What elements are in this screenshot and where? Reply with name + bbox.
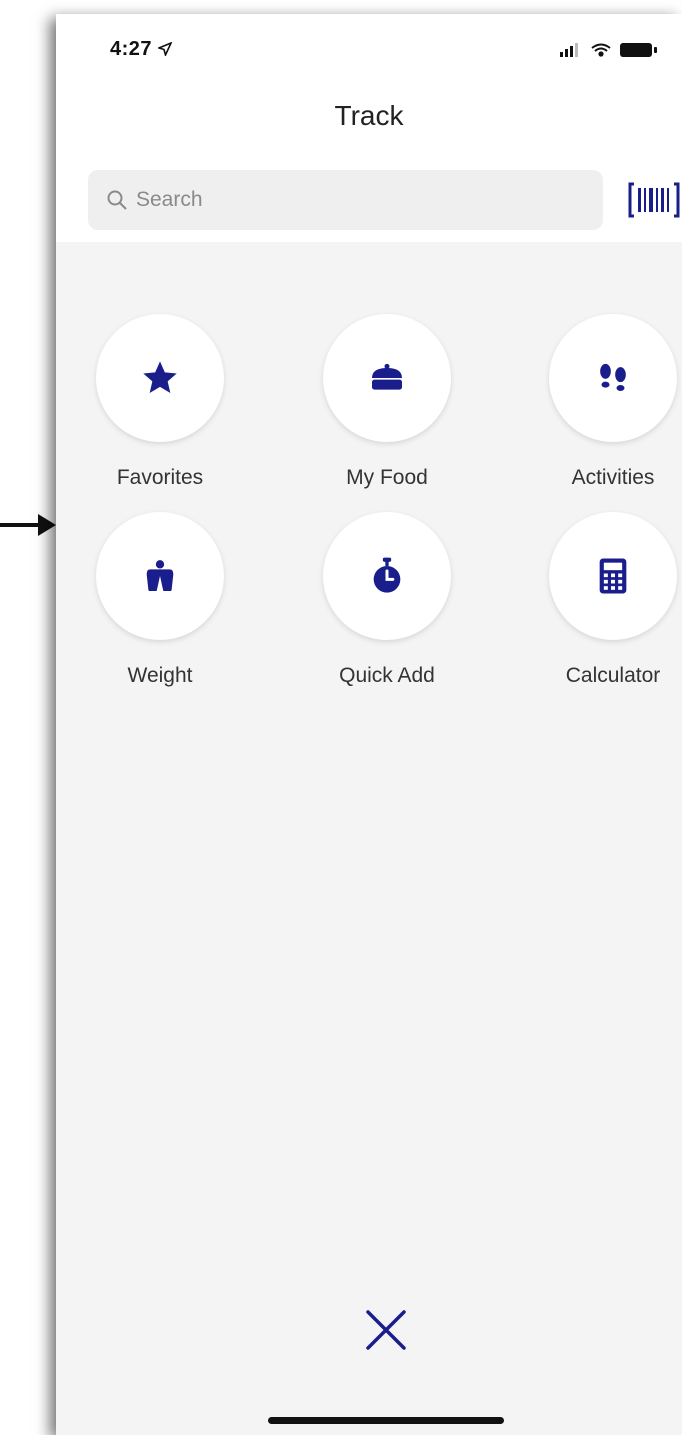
- annotation-arrow-icon: [0, 514, 56, 536]
- location-arrow-icon: [156, 41, 173, 58]
- quick-add-button[interactable]: [323, 512, 451, 640]
- my-food-button[interactable]: [323, 314, 451, 442]
- tile-label-activities: Activities: [571, 466, 655, 489]
- tile-favorites[interactable]: Favorites: [75, 314, 245, 490]
- status-time: 4:27: [110, 38, 173, 61]
- barcode-scan-icon[interactable]: [628, 180, 682, 220]
- close-icon[interactable]: [364, 1308, 408, 1352]
- battery-icon: [620, 43, 657, 57]
- tile-label-quick-add: Quick Add: [339, 664, 435, 687]
- wifi-icon: [591, 43, 611, 57]
- home-indicator[interactable]: [268, 1417, 504, 1424]
- search-icon: [107, 190, 127, 210]
- search-bar[interactable]: [88, 170, 603, 230]
- star-icon: [143, 361, 177, 393]
- activities-button[interactable]: [549, 314, 677, 442]
- weight-button[interactable]: [96, 512, 224, 640]
- calculator-button[interactable]: [549, 512, 677, 640]
- tile-label-favorites: Favorites: [116, 466, 204, 489]
- tile-calculator[interactable]: Calculator: [528, 512, 682, 688]
- phone-screen: 4:27 Track Search Favorites My Food Acti…: [56, 14, 682, 1435]
- tile-my-food[interactable]: My Food: [302, 314, 472, 490]
- calculator-icon: [599, 558, 627, 594]
- status-time-text: 4:27: [110, 38, 153, 60]
- tile-label-weight: Weight: [127, 664, 193, 687]
- tile-quick-add[interactable]: Quick Add: [302, 512, 472, 688]
- signal-icon: [560, 43, 578, 57]
- search-input[interactable]: [134, 187, 578, 213]
- tile-label-calculator: Calculator: [565, 664, 661, 687]
- favorites-button[interactable]: [96, 314, 224, 442]
- weight-icon: [146, 560, 174, 591]
- tile-label-my-food: My Food: [346, 466, 428, 489]
- page-title: Track: [334, 100, 404, 131]
- stopwatch-icon: [373, 557, 401, 593]
- cooking-pot-icon: [372, 363, 402, 390]
- status-icons: [560, 43, 657, 57]
- footprints-icon: [600, 363, 626, 391]
- tile-weight[interactable]: Weight: [75, 512, 245, 688]
- tile-activities[interactable]: Activities: [528, 314, 682, 490]
- header-area: 4:27 Track: [56, 14, 682, 242]
